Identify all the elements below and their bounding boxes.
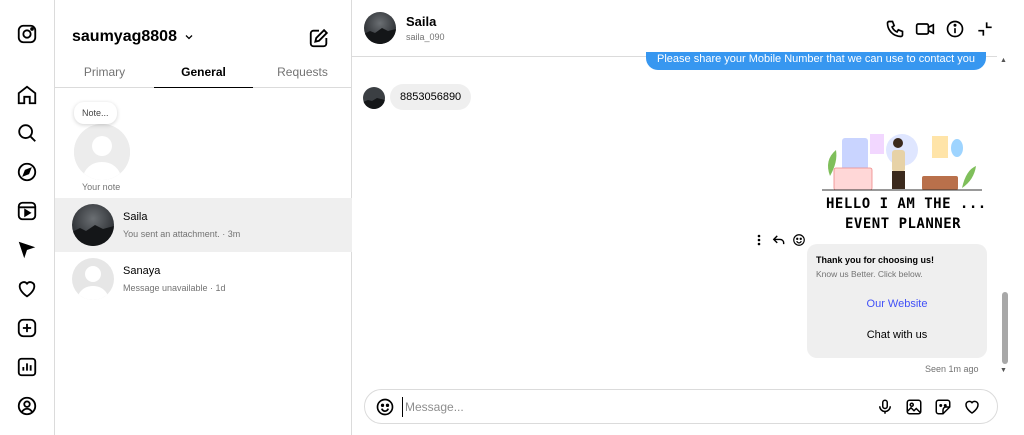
instagram-direct-app: saumyag8808 Primary General Requests Not… [0,0,1024,435]
minimize-icon[interactable] [974,18,996,40]
sticker-icon[interactable] [933,397,953,417]
conversation-item-saila[interactable]: Saila You sent an attachment. · 3m [55,198,352,252]
reply-icon[interactable] [772,233,786,247]
avatar[interactable] [364,12,396,44]
notifications-icon[interactable] [14,276,40,302]
our-website-button[interactable]: Our Website [807,298,987,310]
chevron-down-icon [183,31,195,43]
chat-contact-name[interactable]: Saila [406,14,436,29]
phone-icon[interactable] [884,18,906,40]
profile-icon[interactable] [14,393,40,419]
image-icon[interactable] [904,397,924,417]
microphone-icon[interactable] [875,397,895,417]
message-input[interactable] [402,397,822,417]
explore-icon[interactable] [14,159,40,185]
conversation-name: Saila [123,211,148,223]
instagram-icon[interactable] [14,21,40,47]
scroll-thumb[interactable] [1002,292,1008,364]
avatar [72,204,114,246]
conversation-name: Sanaya [123,265,161,277]
image-text-line-1: HELLO I AM THE ... [826,196,987,212]
message-actions [752,233,806,247]
chat-with-us-button[interactable]: Chat with us [807,329,987,341]
event-planner-image[interactable]: HELLO I AM THE ... EVENT PLANNER [812,128,992,236]
tab-requests[interactable]: Requests [253,60,352,87]
chat-scrollbar[interactable]: ▲ ▼ [999,57,1011,377]
conversation-preview: You sent an attachment. · 3m [123,229,241,239]
chat-panel: Saila saila_090 Please share your Mobile… [352,0,1024,435]
react-emoji-icon[interactable] [792,233,806,247]
info-icon[interactable] [944,18,966,40]
messages-icon[interactable] [14,237,40,263]
incoming-message[interactable]: 8853056890 [390,84,472,110]
account-switcher[interactable]: saumyag8808 [72,28,195,46]
tab-general[interactable]: General [154,60,253,88]
home-icon[interactable] [14,82,40,108]
create-icon[interactable] [14,315,40,341]
card-subtitle: Know us Better. Click below. [816,269,923,279]
scroll-down-arrow-icon[interactable]: ▼ [1000,367,1007,374]
your-note[interactable]: Note... Your note [72,100,134,196]
account-username: saumyag8808 [72,28,177,45]
chat-header: Saila saila_090 [352,0,997,57]
avatar [72,258,114,300]
card-title: Thank you for choosing us! [816,255,935,265]
chat-contact-handle: saila_090 [406,32,445,42]
message-card: Thank you for choosing us! Know us Bette… [807,244,987,358]
video-call-icon[interactable] [914,18,936,40]
inbox-tabs: Primary General Requests [55,60,352,88]
scroll-up-arrow-icon[interactable]: ▲ [1000,57,1007,64]
nav-rail [0,0,55,435]
reels-icon[interactable] [14,198,40,224]
avatar [74,124,130,180]
message-composer [364,389,998,424]
heart-icon[interactable] [962,397,982,417]
conversation-list-panel: saumyag8808 Primary General Requests Not… [55,0,352,435]
conversation-preview: Message unavailable · 1d [123,283,226,293]
outgoing-message[interactable]: Please share your Mobile Number that we … [646,52,986,70]
new-message-icon[interactable] [308,27,330,49]
note-label: Your note [82,182,121,192]
image-text-line-2: EVENT PLANNER [845,216,962,232]
note-bubble: Note... [74,102,117,124]
avatar [363,87,385,109]
more-options-icon[interactable] [752,233,766,247]
tab-primary[interactable]: Primary [55,60,154,87]
conversation-item-sanaya[interactable]: Sanaya Message unavailable · 1d [55,252,352,306]
search-icon[interactable] [14,120,40,146]
emoji-icon[interactable] [375,397,395,417]
seen-status: Seen 1m ago [925,364,979,374]
dashboard-icon[interactable] [14,354,40,380]
